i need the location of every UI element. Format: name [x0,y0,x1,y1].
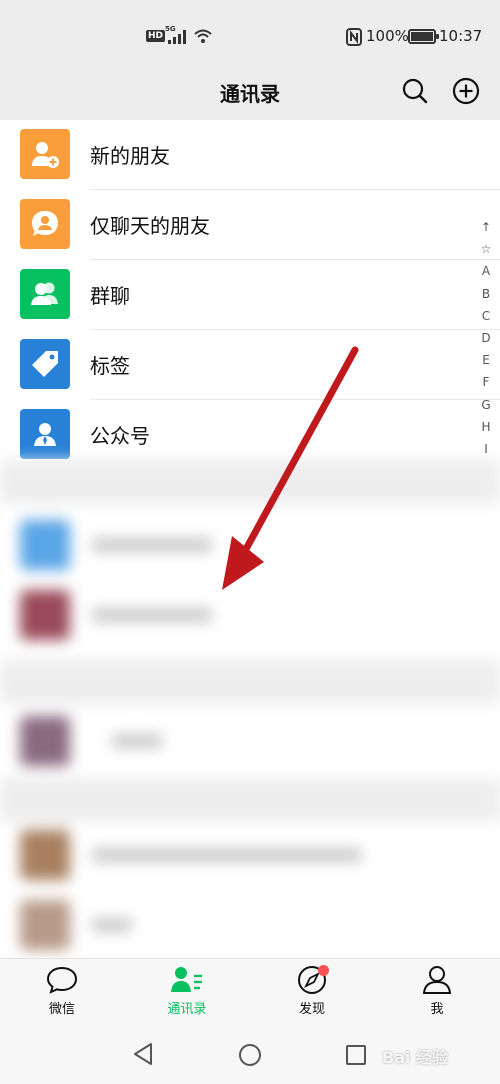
index-letter[interactable]: H [476,416,496,438]
index-letter[interactable]: C [476,305,496,327]
tab-contacts[interactable]: 通讯录 [147,965,227,1025]
tab-label: 通讯录 [167,1002,207,1017]
avatar [20,590,70,640]
battery-icon [408,29,439,44]
index-letter[interactable]: D [476,327,496,349]
home-icon[interactable] [239,1044,261,1066]
official-account-icon [20,409,70,459]
group-icon [20,269,70,319]
status-bar: HD 5G 100% 10:37 [0,0,500,72]
hd-badge: HD [146,30,166,42]
index-letter[interactable]: E [476,349,496,371]
row-label: 群聊 [90,284,130,308]
recents-icon[interactable] [346,1045,366,1065]
back-icon[interactable] [132,1042,154,1066]
chat-only-icon [20,199,70,249]
contacts-list: 新的朋友 仅聊天的朋友 群聊 标签 公众号 ↑ ☆ A B C D E F G … [0,120,500,958]
tab-label: 我 [430,1002,444,1017]
row-label: 仅聊天的朋友 [90,214,210,238]
index-letter[interactable]: I [476,438,496,460]
avatar [20,520,70,570]
tags-row[interactable]: 标签 [0,330,500,400]
person-icon [422,966,452,994]
avatar [20,830,70,880]
contacts-icon [171,967,202,992]
system-nav-bar: Bai 经验 [0,1028,500,1084]
tab-me[interactable]: 我 [397,965,477,1025]
index-star[interactable]: ☆ [476,238,496,260]
add-friend-icon [20,129,70,179]
battery-percent: 100% [366,27,409,45]
index-letter[interactable]: F [476,371,496,393]
index-letter[interactable]: A [476,260,496,282]
search-icon[interactable] [402,78,428,104]
tag-icon [20,339,70,389]
tab-label: 发现 [298,1002,325,1017]
contacts-screen: HD 5G 100% 10:37 通讯录 新的朋友 仅聊天的朋友 群聊 标签 公… [0,0,500,1084]
plus-circle-icon[interactable] [452,77,480,105]
index-letter[interactable]: G [476,394,496,416]
tab-label: 微信 [48,1002,75,1017]
watermark: Bai 经验 [382,1048,449,1067]
tab-chats[interactable]: 微信 [22,965,102,1025]
chat-bubble-icon [46,966,78,994]
clock: 10:37 [439,27,483,45]
avatar [20,716,70,766]
new-friends-row[interactable]: 新的朋友 [0,120,500,190]
tab-discover[interactable]: 发现 [272,965,352,1025]
alphabet-index[interactable]: ↑ ☆ A B C D E F G H I [476,216,496,460]
row-label: 标签 [90,354,130,378]
row-label: 新的朋友 [90,144,170,168]
blurred-contacts [0,460,500,958]
avatar [20,900,70,950]
index-letter[interactable]: B [476,283,496,305]
tab-bar: 微信 通讯录 发现 我 [0,958,500,1028]
title-bar: 通讯录 [0,72,500,120]
row-label: 公众号 [90,424,150,448]
group-chats-row[interactable]: 群聊 [0,260,500,330]
index-top[interactable]: ↑ [476,216,496,238]
badge-dot [318,965,329,976]
wifi-icon [194,29,212,43]
signal-icon [168,30,186,44]
nfc-icon [346,28,362,46]
chat-only-friends-row[interactable]: 仅聊天的朋友 [0,190,500,260]
